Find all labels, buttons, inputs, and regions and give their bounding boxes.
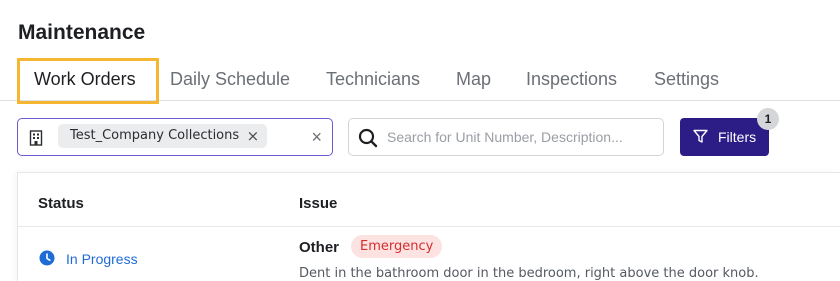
column-header-status[interactable]: Status [38, 195, 84, 212]
filter-icon [693, 129, 708, 143]
status-label: In Progress [66, 251, 138, 267]
clear-selection-icon[interactable]: × [311, 127, 322, 147]
priority-badge: Emergency [351, 235, 443, 258]
search-icon [358, 128, 378, 148]
issue-description: Dent in the bathroom door in the bedroom… [299, 266, 759, 281]
clock-icon [39, 250, 55, 266]
tab-technicians[interactable]: Technicians [326, 58, 420, 101]
issue-title: Other [299, 239, 340, 256]
filters-button[interactable]: Filters [680, 118, 769, 156]
tab-settings[interactable]: Settings [654, 58, 719, 101]
filters-label: Filters [718, 129, 757, 145]
search-box [348, 118, 664, 156]
building-icon [29, 130, 43, 146]
column-header-issue[interactable]: Issue [299, 195, 337, 212]
tab-inspections[interactable]: Inspections [526, 58, 617, 101]
tab-focus-ring [17, 58, 159, 104]
filter-count-badge: 1 [757, 108, 779, 130]
collection-chip-label: Test_Company Collections [70, 128, 240, 143]
table-header: Status Issue [18, 173, 840, 227]
chip-remove-icon[interactable]: × [247, 124, 260, 148]
work-orders-table: Status Issue In Progress Other Emergency… [17, 172, 840, 281]
collection-select[interactable]: Test_Company Collections × × [17, 118, 333, 156]
search-input[interactable] [387, 127, 655, 147]
page-title: Maintenance [18, 21, 146, 44]
tab-daily-schedule[interactable]: Daily Schedule [170, 58, 290, 101]
collection-chip: Test_Company Collections × [58, 124, 268, 148]
tab-map[interactable]: Map [456, 58, 491, 101]
